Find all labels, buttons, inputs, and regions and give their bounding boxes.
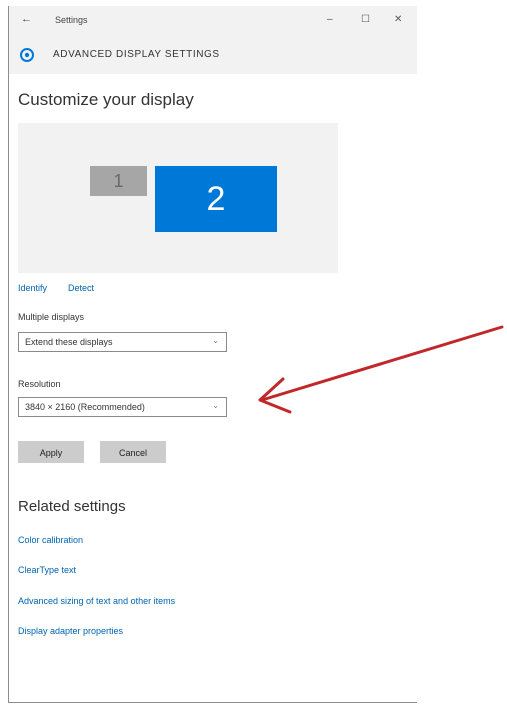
detect-link[interactable]: Detect [68,283,94,293]
title-bar: ← Settings – ☐ ✕ [9,6,417,36]
color-calibration-link[interactable]: Color calibration [18,535,83,545]
multiple-displays-value: Extend these displays [25,337,113,347]
chevron-down-icon: ⌄ [212,336,219,345]
advanced-sizing-link[interactable]: Advanced sizing of text and other items [18,596,175,606]
cancel-button[interactable]: Cancel [100,441,166,463]
monitor-2[interactable]: 2 [155,166,277,232]
back-button[interactable]: ← [21,13,32,25]
multiple-displays-dropdown[interactable]: Extend these displays ⌄ [18,332,227,352]
close-button[interactable]: ✕ [394,14,402,25]
page-title: Customize your display [18,90,194,109]
display-adapter-properties-link[interactable]: Display adapter properties [18,626,123,636]
chevron-down-icon: ⌄ [212,401,219,410]
apply-button[interactable]: Apply [18,441,84,463]
monitor-1[interactable]: 1 [90,166,147,196]
window-title: Settings [55,15,88,25]
identify-link[interactable]: Identify [18,283,47,293]
minimize-button[interactable]: – [327,14,333,25]
multiple-displays-label: Multiple displays [18,312,85,322]
page-header: ADVANCED DISPLAY SETTINGS [9,36,417,74]
cleartype-text-link[interactable]: ClearType text [18,565,76,575]
maximize-button[interactable]: ☐ [361,14,370,25]
related-settings-heading: Related settings [18,498,126,515]
resolution-dropdown[interactable]: 3840 × 2160 (Recommended) ⌄ [18,397,227,417]
page-header-title: ADVANCED DISPLAY SETTINGS [53,49,220,60]
settings-window: ← Settings – ☐ ✕ ADVANCED DISPLAY SETTIN… [8,6,417,703]
resolution-value: 3840 × 2160 (Recommended) [25,402,145,412]
resolution-label: Resolution [18,379,61,389]
gear-icon [20,48,34,62]
display-arrangement-area: 1 2 [18,123,338,273]
